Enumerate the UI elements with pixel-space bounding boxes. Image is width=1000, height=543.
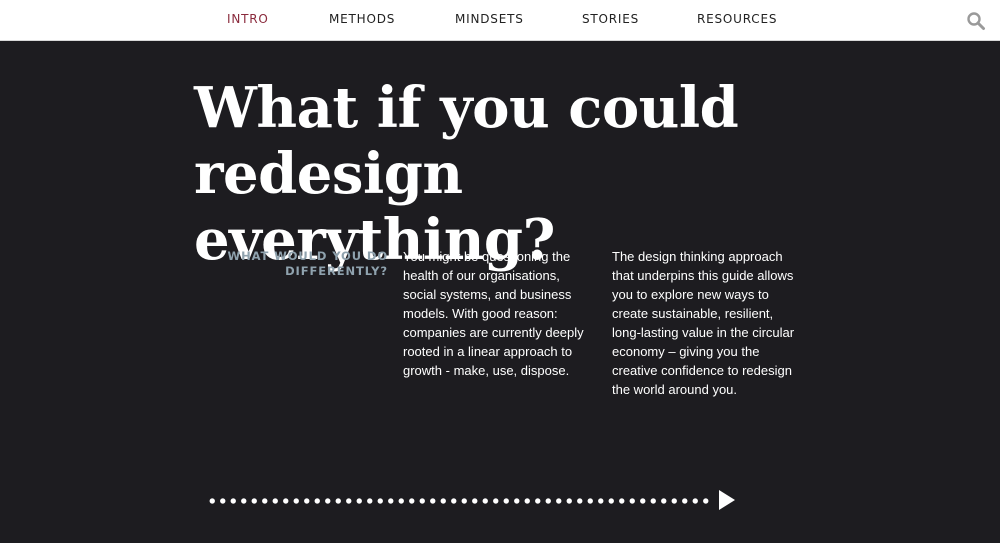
nav-item-methods[interactable]: METHODS xyxy=(329,12,395,26)
section-subheading: WHAT WOULD YOU DO DIFFERENTLY? xyxy=(210,249,388,279)
nav-item-mindsets[interactable]: MINDSETS xyxy=(455,12,524,26)
subheading-line-1: WHAT WOULD YOU DO xyxy=(227,249,388,263)
hero-section: What if you could redesign everything? W… xyxy=(0,41,1000,543)
subheading-line-2: DIFFERENTLY? xyxy=(285,264,388,278)
scroll-progress-indicator xyxy=(207,490,747,512)
play-icon[interactable] xyxy=(719,490,735,510)
hero-title-line-1: What if you could xyxy=(194,75,739,141)
intro-paragraph-2: The design thinking approach that underp… xyxy=(612,249,795,397)
top-navigation-bar: INTRO METHODS MINDSETS STORIES RESOURCES xyxy=(0,0,1000,41)
search-icon[interactable] xyxy=(966,11,986,31)
progress-dots xyxy=(207,498,712,504)
nav-item-stories[interactable]: STORIES xyxy=(582,12,639,26)
nav-item-intro[interactable]: INTRO xyxy=(227,12,269,26)
nav-item-resources[interactable]: RESOURCES xyxy=(697,12,777,26)
hero-title: What if you could redesign everything? xyxy=(194,75,834,273)
intro-paragraph-1: You might be questioning the health of o… xyxy=(403,249,584,378)
